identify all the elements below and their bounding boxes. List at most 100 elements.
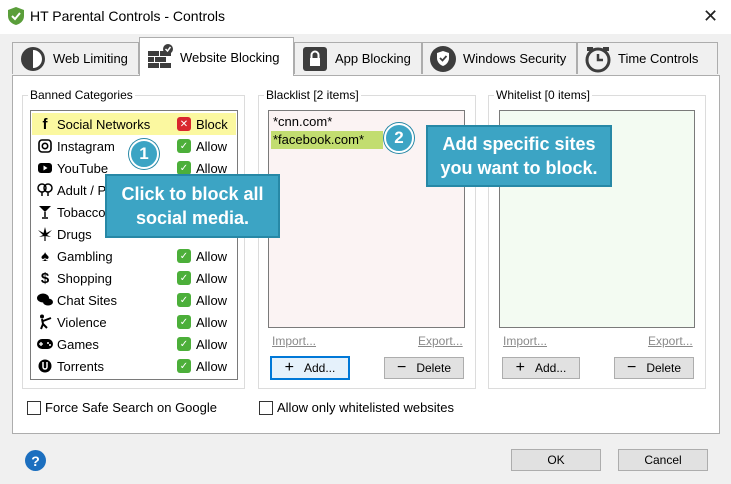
tab-time-controls[interactable]: Time Controls (577, 42, 718, 74)
category-row-torrents[interactable]: Torrents ✓ Allow (32, 355, 236, 377)
close-button[interactable]: ✕ (690, 0, 731, 32)
gamepad-icon (37, 336, 53, 352)
category-row-shopping[interactable]: $ Shopping ✓ Allow (32, 267, 236, 289)
category-status[interactable]: ✓ Allow (177, 315, 227, 330)
category-row-violence[interactable]: Violence ✓ Allow (32, 311, 236, 333)
facebook-f-icon: f (42, 115, 48, 133)
window-title: HT Parental Controls - Controls (30, 8, 226, 24)
callout-one-badge: 1 (129, 139, 159, 169)
category-row-games[interactable]: Games ✓ Allow (32, 333, 236, 355)
block-x-icon: ✕ (177, 117, 191, 131)
allow-check-icon: ✓ (177, 139, 191, 153)
status-label: Allow (196, 138, 228, 154)
chat-icon (37, 292, 53, 308)
adult-icon (37, 182, 53, 198)
status-label: Allow (196, 292, 228, 308)
youtube-icon (37, 160, 53, 176)
button-label: Add... (303, 361, 336, 375)
title-bar: HT Parental Controls - Controls ✕ (0, 0, 731, 34)
ok-button[interactable]: OK (511, 449, 601, 471)
allow-check-icon: ✓ (177, 161, 191, 175)
instagram-icon (37, 138, 53, 154)
button-label: Add... (534, 361, 567, 375)
shield-app-icon (8, 7, 24, 25)
checkbox-box[interactable] (259, 400, 273, 415)
clock-half-icon (21, 46, 45, 71)
tab-website-blocking[interactable]: Website Blocking (139, 37, 294, 76)
callout-two-badge: 2 (384, 123, 414, 153)
status-label: Allow (196, 336, 228, 352)
status-label: Block (196, 116, 228, 132)
allow-check-icon: ✓ (177, 359, 191, 373)
whitelist-export-link[interactable]: Export... (648, 334, 693, 348)
minus-icon: − (626, 359, 637, 376)
banned-categories-label: Banned Categories (28, 88, 135, 102)
blacklist-entry[interactable]: *facebook.com* (271, 131, 383, 149)
minus-icon: − (396, 359, 407, 376)
category-row-gambling[interactable]: ♠ Gambling ✓ Allow (32, 245, 236, 267)
help-icon[interactable]: ? (25, 450, 46, 471)
lock-icon (303, 46, 327, 71)
status-label: Allow (196, 270, 228, 286)
checkbox-box[interactable] (27, 400, 41, 415)
blacklist-export-link[interactable]: Export... (418, 334, 463, 348)
category-status[interactable]: ✓ Allow (177, 271, 227, 286)
allow-check-icon: ✓ (177, 315, 191, 329)
safe-search-checkbox[interactable]: Force Safe Search on Google (27, 400, 217, 415)
checkbox-label: Allow only whitelisted websites (277, 400, 455, 415)
allow-check-icon: ✓ (177, 293, 191, 307)
shield-check-icon (430, 45, 456, 72)
allow-check-icon: ✓ (177, 337, 191, 351)
tab-label: Website Blocking (180, 49, 280, 65)
callout-two: Add specific sites you want to block. (426, 125, 612, 187)
blacklist-entry[interactable]: *cnn.com* (271, 113, 332, 131)
whitelist-label: Whitelist [0 items] (494, 88, 593, 102)
blacklist-label: Blacklist [2 items] (264, 88, 361, 102)
torrent-icon (37, 358, 53, 374)
kick-icon (37, 314, 53, 330)
blacklist-add-button[interactable]: + Add... (270, 356, 350, 380)
plus-icon: + (284, 359, 294, 376)
status-label: Allow (196, 248, 228, 264)
category-status[interactable]: ✓ Allow (177, 139, 227, 154)
spade-icon: ♠ (41, 247, 49, 265)
category-status[interactable]: ✕ Block (177, 117, 228, 132)
leaf-icon (37, 226, 53, 242)
blacklist-delete-button[interactable]: − Delete (384, 357, 464, 379)
tab-strip: Web Limiting Website Blocking App Blocki… (0, 34, 731, 76)
category-row-social-networks[interactable]: f Social Networks ✕ Block (32, 113, 236, 135)
allow-check-icon: ✓ (177, 271, 191, 285)
whitelist-delete-button[interactable]: − Delete (614, 357, 694, 379)
tab-label: Web Limiting (53, 51, 128, 66)
category-status[interactable]: ✓ Allow (177, 249, 227, 264)
tab-windows-security[interactable]: Windows Security (422, 42, 577, 74)
allow-check-icon: ✓ (177, 249, 191, 263)
checkbox-label: Force Safe Search on Google (45, 400, 217, 415)
whitelist-import-link[interactable]: Import... (503, 334, 547, 348)
category-status[interactable]: ✓ Allow (177, 359, 227, 374)
clock-icon (585, 46, 611, 72)
tab-app-blocking[interactable]: App Blocking (294, 42, 422, 74)
status-label: Allow (196, 314, 228, 330)
callout-two-text: Add specific sites you want to block. (440, 134, 598, 178)
cocktail-icon (37, 204, 53, 220)
tab-label: Windows Security (463, 51, 567, 66)
status-label: Allow (196, 358, 228, 374)
button-label: Delete (646, 361, 682, 375)
callout-one: Click to block all social media. (105, 174, 280, 238)
dollar-icon: $ (40, 269, 50, 287)
tab-label: App Blocking (335, 51, 411, 66)
whitelist-add-button[interactable]: + Add... (502, 357, 580, 379)
blacklist-import-link[interactable]: Import... (272, 334, 316, 348)
button-label: Delete (416, 361, 452, 375)
tab-web-limiting[interactable]: Web Limiting (12, 42, 139, 74)
category-status[interactable]: ✓ Allow (177, 293, 227, 308)
plus-icon: + (515, 359, 525, 376)
cancel-button[interactable]: Cancel (618, 449, 708, 471)
category-row-chat-sites[interactable]: Chat Sites ✓ Allow (32, 289, 236, 311)
tab-label: Time Controls (618, 51, 699, 66)
callout-one-text: Click to block all social media. (121, 184, 264, 228)
brick-wall-icon (148, 44, 173, 68)
category-status[interactable]: ✓ Allow (177, 337, 227, 352)
whitelist-only-checkbox[interactable]: Allow only whitelisted websites (259, 400, 454, 415)
